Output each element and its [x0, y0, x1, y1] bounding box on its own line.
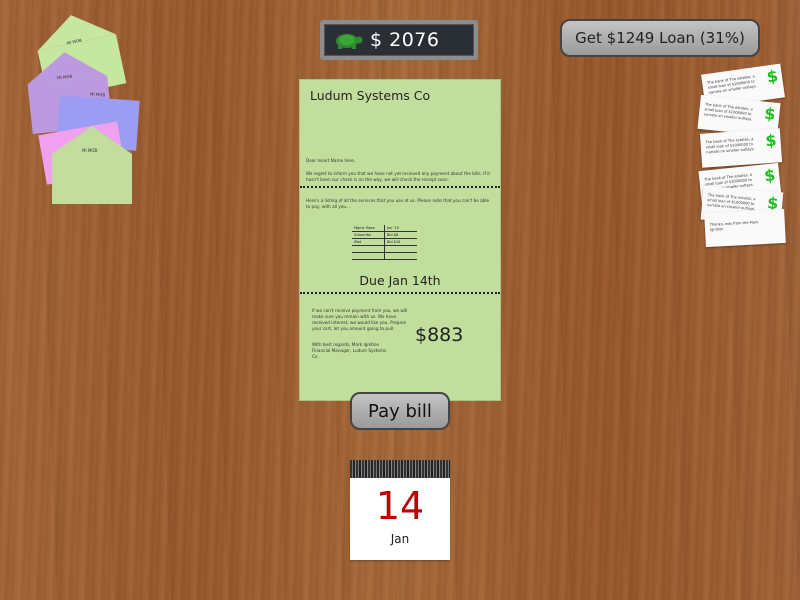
calendar-binding	[350, 460, 450, 478]
bill-paragraph: We regret to inform you that we have not…	[306, 171, 491, 182]
bill-paragraph: If we can't receive payment from you, we…	[312, 308, 408, 331]
dollar-icon: $	[764, 130, 778, 151]
get-loan-button[interactable]: Get $1249 Loan (31%)	[560, 19, 760, 57]
calendar: 14 Jan	[350, 460, 450, 560]
dollar-icon: $	[763, 165, 777, 186]
check[interactable]: The bank of The estates, a small loan of…	[699, 128, 783, 168]
bill-separator	[300, 186, 500, 188]
money-display: $ 2076	[320, 20, 478, 60]
turtle-icon	[336, 34, 363, 49]
dollar-icon: $	[763, 103, 777, 124]
bill-services-table: Mgmt. Base Jan '10 Subscribe Bid $8 iPad Bi…	[352, 225, 417, 260]
money-amount: $ 2076	[370, 29, 440, 51]
table-row: iPad Bid $16	[352, 238, 417, 246]
table-row	[352, 252, 417, 260]
pay-bill-button[interactable]: Pay bill	[350, 392, 450, 430]
bill-signature: With best regards, Mark Ignition Financi…	[312, 342, 387, 359]
dollar-icon: $	[765, 66, 780, 87]
check-text: The bank of The estates, a small loan of…	[703, 102, 753, 122]
bill-document: Ludum Systems Co Dear Insert Name here, …	[300, 80, 500, 400]
bill-separator	[300, 292, 500, 294]
envelope[interactable]: MI MOB	[52, 126, 132, 204]
calendar-day: 14	[375, 484, 425, 528]
bill-company: Ludum Systems Co	[310, 88, 431, 103]
envelope-label: MI MOB	[82, 148, 98, 153]
check-text: The bank of The estates, a small loan of…	[705, 137, 755, 155]
check[interactable]: Thanks, was from the Mark Ignition	[704, 208, 786, 248]
envelope-stack[interactable]: MI MOB MI MOB MI MOB MI MOB	[20, 6, 150, 210]
envelope-label: MI MOB	[89, 91, 106, 98]
check-text: The bank of The estates, a small loan of…	[706, 74, 758, 95]
calendar-month: Jan	[390, 532, 410, 546]
check-stack[interactable]: The bank of The estates, a small loan of…	[695, 63, 795, 255]
bill-greeting: Dear Insert Name here,	[306, 158, 356, 163]
table-row	[352, 245, 417, 253]
bill-total: $883	[415, 324, 464, 346]
bill-paragraph: Here's a listing of all the services tha…	[306, 198, 490, 209]
table-row: Subscribe Bid $8	[352, 231, 417, 239]
bill-due-date: Due Jan 14th	[359, 273, 441, 288]
check-text: Thanks, was from the Mark Ignition	[709, 220, 759, 232]
